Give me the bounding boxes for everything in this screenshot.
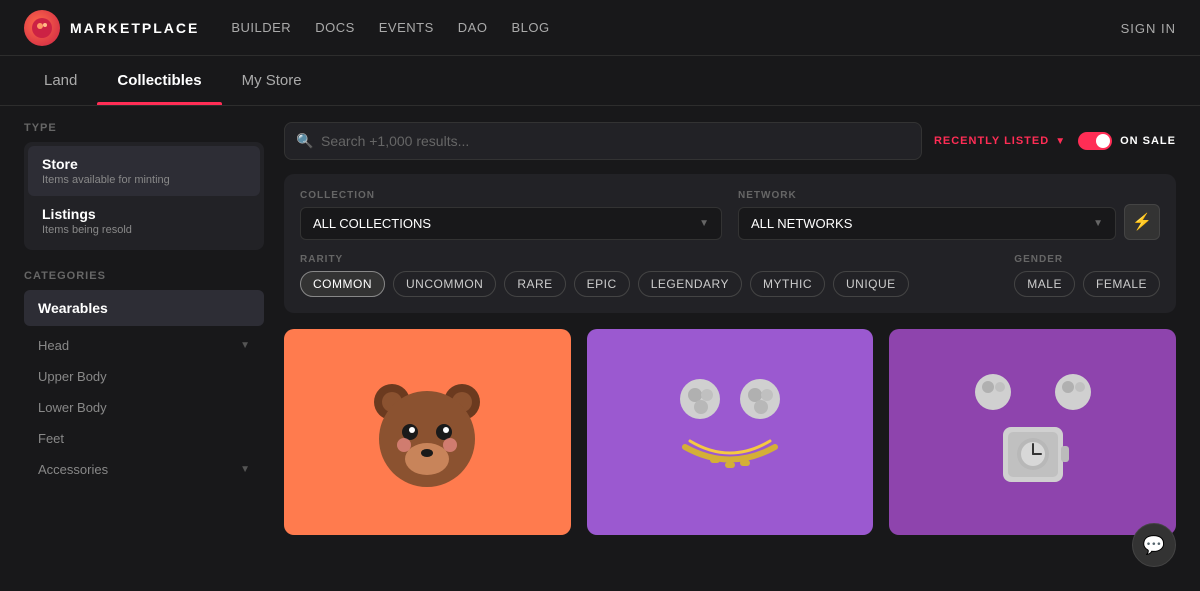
- chat-button[interactable]: 💬: [1132, 523, 1176, 567]
- network-row: NETWORK ALL NETWORKS ▼ ⚡: [738, 190, 1160, 240]
- gender-label: GENDER: [1014, 254, 1160, 265]
- search-wrapper: 🔍: [284, 122, 922, 160]
- type-store[interactable]: Store Items available for minting: [28, 146, 260, 196]
- category-upper-body-label: Upper Body: [38, 369, 107, 384]
- categories-section: CATEGORIES Wearables Head ▼ Upper Body L…: [24, 270, 264, 485]
- chip-male[interactable]: MALE: [1014, 271, 1075, 297]
- category-head-label: Head: [38, 338, 69, 353]
- nav-dao[interactable]: DAO: [458, 20, 488, 35]
- product-image-2: [889, 329, 1176, 535]
- main-layout: TYPE Store Items available for minting L…: [0, 106, 1200, 586]
- chevron-down-icon-accessories: ▼: [240, 464, 250, 475]
- collection-label: COLLECTION: [300, 190, 722, 201]
- tab-collectibles[interactable]: Collectibles: [97, 56, 221, 105]
- type-listings[interactable]: Listings Items being resold: [28, 196, 260, 246]
- rarity-label: RARITY: [300, 254, 990, 265]
- rarity-group: RARITY COMMON UNCOMMON RARE EPIC LEGENDA…: [300, 254, 990, 297]
- collection-network-row: COLLECTION ALL COLLECTIONS ▼ NETWORK ALL…: [300, 190, 1160, 240]
- on-sale-toggle[interactable]: [1078, 132, 1112, 150]
- nav-docs[interactable]: DOCS: [315, 20, 355, 35]
- product-image-0: [284, 329, 571, 535]
- logo-icon: [24, 10, 60, 46]
- chevron-down-icon: ▼: [240, 340, 250, 351]
- type-box: Store Items available for minting Listin…: [24, 142, 264, 250]
- sidebar: TYPE Store Items available for minting L…: [24, 122, 264, 570]
- category-lower-body-label: Lower Body: [38, 400, 107, 415]
- chip-rare[interactable]: RARE: [504, 271, 565, 297]
- nav-events[interactable]: EVENTS: [379, 20, 434, 35]
- categories-label: CATEGORIES: [24, 270, 264, 282]
- tab-my-store[interactable]: My Store: [222, 56, 322, 105]
- lightning-icon: ⚡: [1132, 212, 1152, 232]
- network-group: NETWORK ALL NETWORKS ▼: [738, 190, 1116, 240]
- type-listings-title: Listings: [42, 206, 246, 222]
- lightning-button[interactable]: ⚡: [1124, 204, 1160, 240]
- logo[interactable]: MARKETPLACE: [24, 10, 199, 46]
- search-icon: 🔍: [296, 133, 313, 150]
- collection-select[interactable]: ALL COLLECTIONS ▼: [300, 207, 722, 240]
- type-label: TYPE: [24, 122, 264, 134]
- network-label: NETWORK: [738, 190, 1116, 201]
- nav-blog[interactable]: BLOG: [511, 20, 549, 35]
- type-listings-sub: Items being resold: [42, 224, 246, 236]
- chevron-down-icon-sort: ▼: [1055, 136, 1066, 147]
- category-feet-label: Feet: [38, 431, 64, 446]
- category-lower-body[interactable]: Lower Body: [24, 392, 264, 423]
- chip-legendary[interactable]: LEGENDARY: [638, 271, 742, 297]
- sub-nav: Land Collectibles My Store: [0, 56, 1200, 106]
- rarity-chips: COMMON UNCOMMON RARE EPIC LEGENDARY MYTH…: [300, 271, 990, 297]
- chevron-down-icon-collection: ▼: [699, 218, 709, 229]
- chip-uncommon[interactable]: UNCOMMON: [393, 271, 496, 297]
- on-sale-wrap: ON SALE: [1078, 132, 1176, 150]
- nav-builder[interactable]: BUILDER: [231, 20, 291, 35]
- search-input[interactable]: [284, 122, 922, 160]
- tab-land[interactable]: Land: [24, 56, 97, 105]
- sign-in-button[interactable]: SIGN IN: [1121, 21, 1176, 36]
- type-store-title: Store: [42, 156, 246, 172]
- category-accessories[interactable]: Accessories ▼: [24, 454, 264, 485]
- recently-listed-button[interactable]: RECENTLY LISTED ▼: [934, 135, 1066, 147]
- recently-listed-label: RECENTLY LISTED: [934, 135, 1049, 147]
- search-bar-row: 🔍 RECENTLY LISTED ▼ ON SALE: [284, 122, 1176, 160]
- type-store-sub: Items available for minting: [42, 174, 246, 186]
- chevron-down-icon-network: ▼: [1093, 218, 1103, 229]
- rarity-gender-row: RARITY COMMON UNCOMMON RARE EPIC LEGENDA…: [300, 254, 1160, 297]
- content-area: 🔍 RECENTLY LISTED ▼ ON SALE COLLECTION A…: [284, 122, 1176, 570]
- gender-group: GENDER MALE FEMALE: [1014, 254, 1160, 297]
- category-feet[interactable]: Feet: [24, 423, 264, 454]
- product-image-1: [587, 329, 874, 535]
- product-card-1[interactable]: Cuban Link Chok... 15 Polygon: [587, 329, 874, 535]
- header-right: SIGN IN: [1121, 20, 1176, 36]
- product-card-0[interactable]: Bear Mascot Head 3 Polygon: [284, 329, 571, 535]
- network-value: ALL NETWORKS: [751, 216, 852, 231]
- category-head[interactable]: Head ▼: [24, 330, 264, 361]
- chip-unique[interactable]: UNIQUE: [833, 271, 909, 297]
- chip-mythic[interactable]: MYTHIC: [750, 271, 825, 297]
- category-accessories-label: Accessories: [38, 462, 108, 477]
- chip-common[interactable]: COMMON: [300, 271, 385, 297]
- product-grid: Bear Mascot Head 3 Polygon: [284, 329, 1176, 535]
- product-card-2[interactable]: Bust Down Watch 25 Polygon: [889, 329, 1176, 535]
- brand-name: MARKETPLACE: [70, 20, 199, 36]
- chip-female[interactable]: FEMALE: [1083, 271, 1160, 297]
- collection-group: COLLECTION ALL COLLECTIONS ▼: [300, 190, 722, 240]
- category-wearables[interactable]: Wearables: [24, 290, 264, 326]
- main-nav: BUILDER DOCS EVENTS DAO BLOG: [231, 20, 549, 35]
- chat-icon: 💬: [1143, 535, 1165, 556]
- header: MARKETPLACE BUILDER DOCS EVENTS DAO BLOG…: [0, 0, 1200, 56]
- category-upper-body[interactable]: Upper Body: [24, 361, 264, 392]
- network-select[interactable]: ALL NETWORKS ▼: [738, 207, 1116, 240]
- gender-chips: MALE FEMALE: [1014, 271, 1160, 297]
- collection-value: ALL COLLECTIONS: [313, 216, 431, 231]
- filters-panel: COLLECTION ALL COLLECTIONS ▼ NETWORK ALL…: [284, 174, 1176, 313]
- on-sale-label: ON SALE: [1120, 135, 1176, 147]
- chip-epic[interactable]: EPIC: [574, 271, 630, 297]
